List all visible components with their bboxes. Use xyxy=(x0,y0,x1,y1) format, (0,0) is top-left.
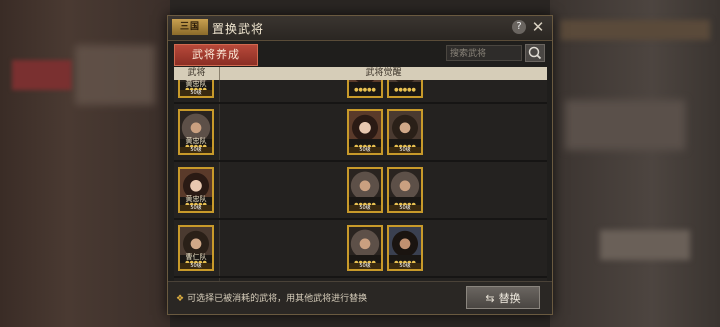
search-icon xyxy=(528,46,542,60)
column-general: 武将 xyxy=(174,67,220,80)
dialog-title: 置换武将 xyxy=(212,22,265,36)
awaken-card[interactable]: ✕ ●●●●● 50级 xyxy=(347,225,383,271)
awaken-card[interactable]: ●●●●● 50级 xyxy=(347,109,383,155)
portrait xyxy=(389,80,421,82)
replace-general-dialog: 三国 置换武将 ? ✕ 武将养成 搜索武将 武将 武将觉醒 黄忠队 ●●●●● … xyxy=(167,15,553,315)
column-header: 武将 武将觉醒 xyxy=(174,67,547,80)
general-card[interactable]: ✕ 黄忠队 ●●●●● 50级 xyxy=(178,167,214,213)
portrait xyxy=(349,227,381,255)
replace-button[interactable]: ⇆ 替换 xyxy=(466,286,540,309)
awaken-card[interactable]: ✕ ●●●●● 50级 xyxy=(387,167,423,213)
tab-general-training[interactable]: 武将养成 xyxy=(174,44,258,66)
swap-icon: ⇆ xyxy=(485,292,495,305)
general-card[interactable]: 黄忠队 ●●●●● 50级 xyxy=(178,80,214,98)
awaken-card[interactable]: ✕ ●●●●● 50级 xyxy=(347,167,383,213)
awaken-card[interactable]: ●●●●● xyxy=(347,80,383,98)
table-row[interactable]: ✕ 黄忠队 ●●●●● 50级 ●●●●● 50级 ✕ ●●●●● 50级 xyxy=(174,104,547,162)
footer-bar: ❖ 可选择已被消耗的武将，用其他武将进行替换 ⇆ 替换 xyxy=(168,281,552,314)
close-button[interactable]: ✕ xyxy=(530,18,546,36)
portrait xyxy=(180,111,212,139)
portrait xyxy=(349,111,381,139)
portrait xyxy=(389,169,421,197)
game-logo: 三国 xyxy=(172,19,208,35)
general-card[interactable]: ✕ 曹仁队 ●●●●● 50级 xyxy=(178,225,214,271)
title-bar: 三国 置换武将 ? ✕ xyxy=(168,16,552,41)
awaken-card[interactable]: ✕ ●●●●● 50级 xyxy=(387,109,423,155)
portrait xyxy=(349,80,381,82)
help-button[interactable]: ? xyxy=(512,20,526,34)
table-row[interactable]: ✕ 黄忠队 ●●●●● 50级 ✕ ●●●●● 50级 ✕ ●●●●● 50级 xyxy=(174,162,547,220)
portrait xyxy=(389,227,421,255)
portrait xyxy=(389,111,421,139)
portrait xyxy=(180,169,212,197)
awaken-card[interactable]: ●●●●● xyxy=(387,80,423,98)
general-card[interactable]: ✕ 黄忠队 ●●●●● 50级 xyxy=(178,109,214,155)
portrait xyxy=(349,169,381,197)
table-row[interactable]: ✕ 曹仁队 ●●●●● 50级 ✕ ●●●●● 50级 ✕ ●●●●● 50级 xyxy=(174,220,547,278)
awaken-card[interactable]: ✕ ●●●●● 50级 xyxy=(387,225,423,271)
hint-text: ❖ 可选择已被消耗的武将，用其他武将进行替换 xyxy=(176,294,368,304)
diamond-icon: ❖ xyxy=(176,294,185,304)
general-list[interactable]: 黄忠队 ●●●●● 50级 ●●●●● ●●●●● ✕ 黄忠队 ●●●●● 50… xyxy=(174,80,547,282)
table-row[interactable]: 黄忠队 ●●●●● 50级 ●●●●● ●●●●● xyxy=(174,80,547,104)
portrait xyxy=(180,227,212,255)
column-awaken: 武将觉醒 xyxy=(365,68,402,78)
search-input[interactable]: 搜索武将 xyxy=(446,45,522,61)
search-button[interactable] xyxy=(525,44,545,62)
